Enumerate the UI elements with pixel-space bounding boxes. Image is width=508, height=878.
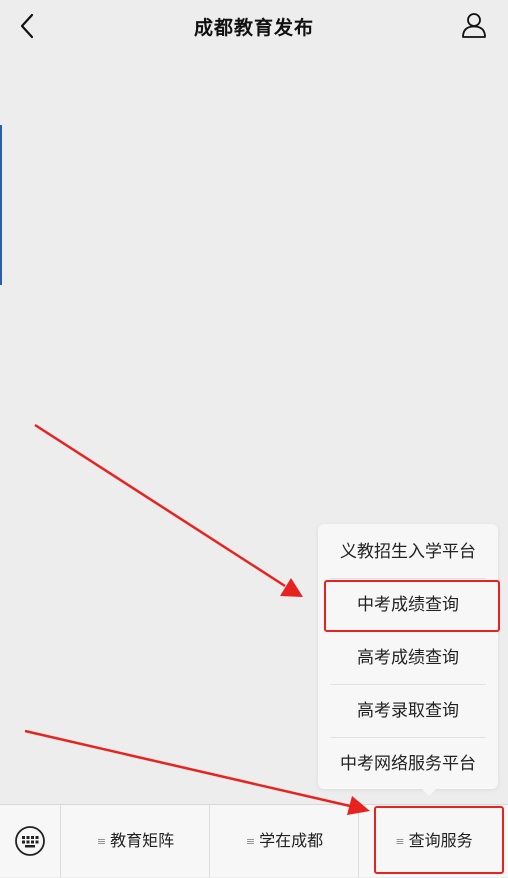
menu-lines-icon: ≡ (96, 835, 107, 848)
tab-study-in-chengdu[interactable]: ≡ 学在成都 (209, 805, 359, 877)
menu-item-gaokao-score[interactable]: 高考成绩查询 (330, 632, 486, 685)
menu-lines-icon: ≡ (245, 835, 256, 848)
page-title: 成都教育发布 (193, 17, 314, 39)
service-popup-menu: 义教招生入学平台 中考成绩查询 高考成绩查询 高考录取查询 中考网络服务平台 (318, 524, 498, 789)
user-icon[interactable] (460, 11, 488, 39)
keyboard-icon[interactable] (14, 825, 46, 857)
arrow-to-menu-item (34, 423, 303, 597)
menu-item-enrollment-platform[interactable]: 义教招生入学平台 (330, 526, 486, 579)
menu-caret (420, 787, 438, 796)
tab-label: 学在成都 (259, 831, 324, 850)
highlight-box-menu-item (324, 580, 500, 632)
menu-item-zhongkao-platform[interactable]: 中考网络服务平台 (330, 738, 486, 790)
tab-label: 教育矩阵 (110, 831, 175, 850)
tab-education-matrix[interactable]: ≡ 教育矩阵 (60, 805, 210, 877)
top-bar: 成都教育发布 (0, 0, 508, 52)
left-edge-marker (0, 125, 2, 285)
highlight-box-tab (374, 806, 504, 874)
menu-item-gaokao-admission[interactable]: 高考录取查询 (330, 685, 486, 738)
